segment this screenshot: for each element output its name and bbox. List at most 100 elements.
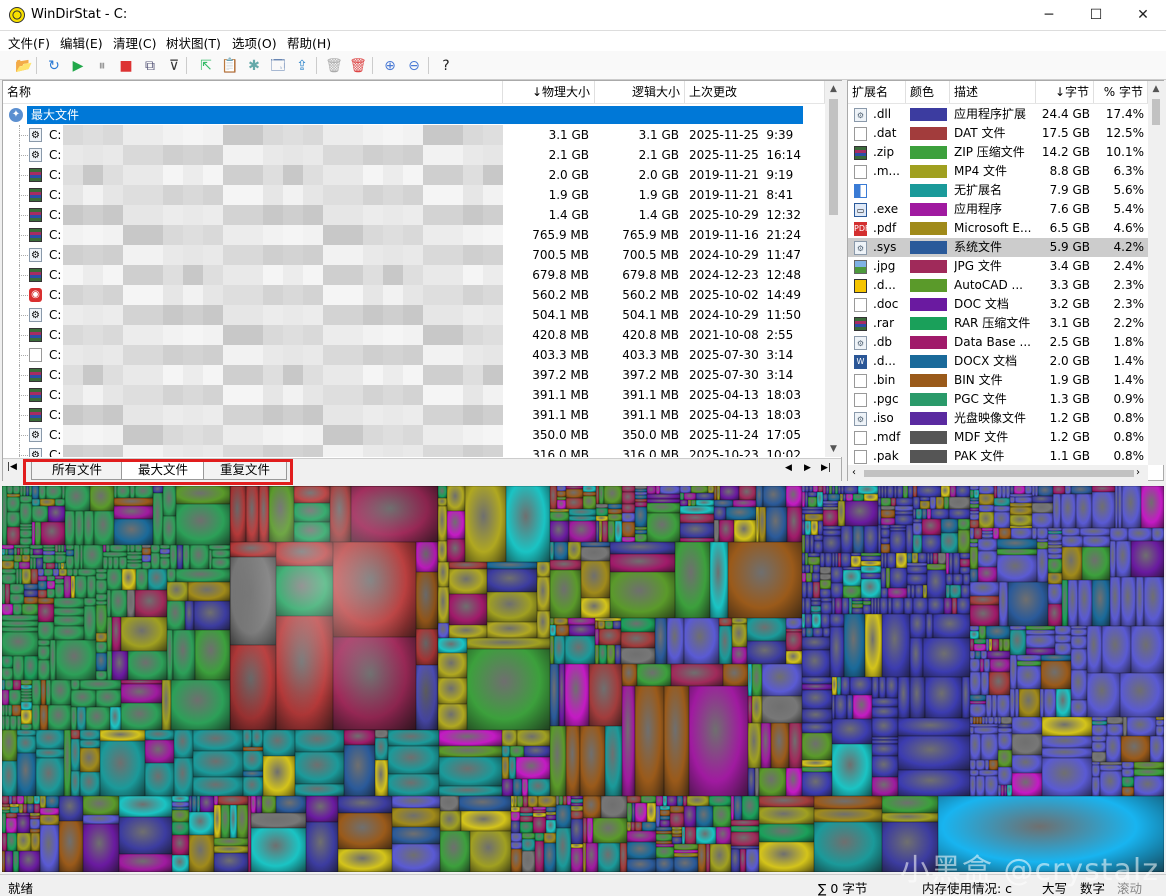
treemap-tile[interactable] (1071, 649, 1087, 670)
treemap-tile[interactable] (214, 805, 221, 838)
open-folder-icon[interactable]: 📂 (14, 56, 34, 76)
treemap-tile[interactable] (853, 526, 864, 553)
treemap-tile[interactable] (994, 498, 1010, 506)
treemap-tile[interactable] (78, 569, 96, 576)
treemap-tile[interactable] (1012, 773, 1042, 796)
treemap-tile[interactable] (221, 805, 230, 838)
treemap-tile[interactable] (627, 842, 656, 859)
treemap-tile[interactable] (440, 796, 459, 811)
treemap-tile[interactable] (172, 810, 189, 822)
treemap-tile[interactable] (1032, 513, 1053, 528)
treemap-tile[interactable] (438, 638, 467, 653)
treemap-tile[interactable] (979, 505, 994, 512)
treemap-tile[interactable] (622, 492, 635, 504)
treemap-tile[interactable] (979, 494, 994, 505)
treemap-tile[interactable] (928, 598, 944, 614)
treemap-tile[interactable] (522, 839, 535, 851)
treemap-tile[interactable] (1087, 673, 1120, 717)
treemap-tile[interactable] (802, 690, 832, 709)
treemap-tile[interactable] (880, 598, 888, 614)
treemap-tile[interactable] (27, 796, 34, 804)
treemap-tile[interactable] (830, 614, 844, 627)
treemap-tile[interactable] (54, 626, 84, 640)
treemap-tile[interactable] (802, 723, 832, 733)
column-header-description[interactable]: 描述 (950, 81, 1036, 103)
treemap-tile[interactable] (621, 648, 655, 664)
treemap-tile[interactable] (167, 601, 185, 630)
treemap-tile[interactable] (32, 680, 41, 705)
treemap-tile[interactable] (23, 548, 30, 555)
treemap-tile[interactable] (1110, 528, 1128, 541)
treemap-tile[interactable] (684, 493, 696, 500)
treemap-tile[interactable] (812, 573, 820, 582)
file-row[interactable]: C: 403.3 MB 403.3 MB 2025-07-30 3:14 (3, 345, 825, 365)
treemap-tile[interactable] (970, 631, 979, 639)
treemap-tile[interactable] (811, 521, 818, 535)
treemap-tile[interactable] (27, 804, 34, 813)
treemap-tile[interactable] (838, 501, 845, 526)
treemap-tile[interactable] (438, 587, 449, 623)
treemap-tile[interactable] (812, 614, 821, 628)
treemap-tile[interactable] (537, 577, 550, 611)
treemap-tile[interactable] (1071, 700, 1087, 717)
treemap-tile[interactable] (786, 618, 802, 629)
treemap-tile[interactable] (1122, 762, 1134, 769)
treemap-tile[interactable] (535, 841, 544, 872)
treemap-tile[interactable] (190, 545, 209, 569)
treemap-tile[interactable] (1055, 643, 1071, 655)
ext-scroll-left-arrow-icon[interactable]: ‹ (852, 465, 856, 481)
treemap-tile[interactable] (731, 849, 740, 872)
treemap-tile[interactable] (1092, 725, 1107, 736)
treemap-tile[interactable] (904, 598, 913, 614)
treemap-tile[interactable] (923, 638, 970, 677)
treemap-tile[interactable] (17, 736, 36, 753)
treemap-tile[interactable] (438, 562, 449, 587)
treemap-tile[interactable] (761, 723, 771, 768)
help-icon[interactable]: ? (436, 56, 456, 76)
treemap-tile[interactable] (550, 521, 569, 542)
treemap-tile[interactable] (375, 730, 388, 738)
treemap-tile[interactable] (511, 833, 522, 842)
treemap-tile[interactable] (627, 859, 656, 872)
treemap-tile[interactable] (502, 757, 509, 779)
treemap-tile[interactable] (802, 709, 832, 723)
ext-hscroll-thumb[interactable] (864, 470, 1134, 477)
extension-row[interactable]: .jpg JPG 文件 3.4 GB 2.4% (848, 257, 1148, 276)
stop-icon[interactable]: ■ (116, 56, 136, 76)
treemap-tile[interactable] (171, 680, 230, 730)
treemap-tile[interactable] (1008, 582, 1048, 626)
scroll-thumb[interactable] (829, 99, 838, 215)
treemap-tile[interactable] (75, 511, 84, 545)
treemap-tile[interactable] (1042, 748, 1092, 758)
treemap-tile[interactable] (1042, 758, 1092, 796)
treemap-tile[interactable] (864, 494, 878, 501)
treemap-tile[interactable] (1055, 635, 1071, 643)
treemap-tile[interactable] (41, 522, 65, 545)
treemap-tile[interactable] (1092, 752, 1106, 762)
treemap-tile[interactable] (55, 584, 64, 598)
treemap-tile[interactable] (734, 520, 756, 542)
paste-icon[interactable]: 📋 (220, 56, 240, 76)
treemap-tile[interactable] (119, 817, 172, 854)
treemap-tile[interactable] (976, 760, 985, 770)
treemap-tile[interactable] (148, 569, 167, 590)
treemap-tile[interactable] (19, 562, 30, 569)
treemap-tile[interactable] (2, 796, 9, 804)
treemap-tile[interactable] (974, 727, 998, 734)
treemap-tile[interactable] (910, 677, 925, 718)
treemap-tile[interactable] (620, 843, 627, 872)
treemap-tile[interactable] (170, 545, 177, 569)
treemap-tile[interactable] (786, 651, 802, 664)
treemap-tile[interactable] (1122, 769, 1134, 777)
treemap-tile[interactable] (613, 621, 621, 629)
treemap-tile[interactable] (861, 579, 881, 598)
treemap-tile[interactable] (956, 486, 970, 497)
treemap-tile[interactable] (759, 507, 766, 542)
treemap-tile[interactable] (759, 807, 814, 824)
treemap-tile[interactable] (581, 561, 610, 598)
treemap-tile[interactable] (487, 622, 537, 638)
close-button[interactable]: ✕ (1120, 0, 1166, 31)
treemap-tile[interactable] (96, 573, 107, 580)
treemap-tile[interactable] (119, 557, 127, 569)
treemap-tile[interactable] (1122, 777, 1134, 787)
